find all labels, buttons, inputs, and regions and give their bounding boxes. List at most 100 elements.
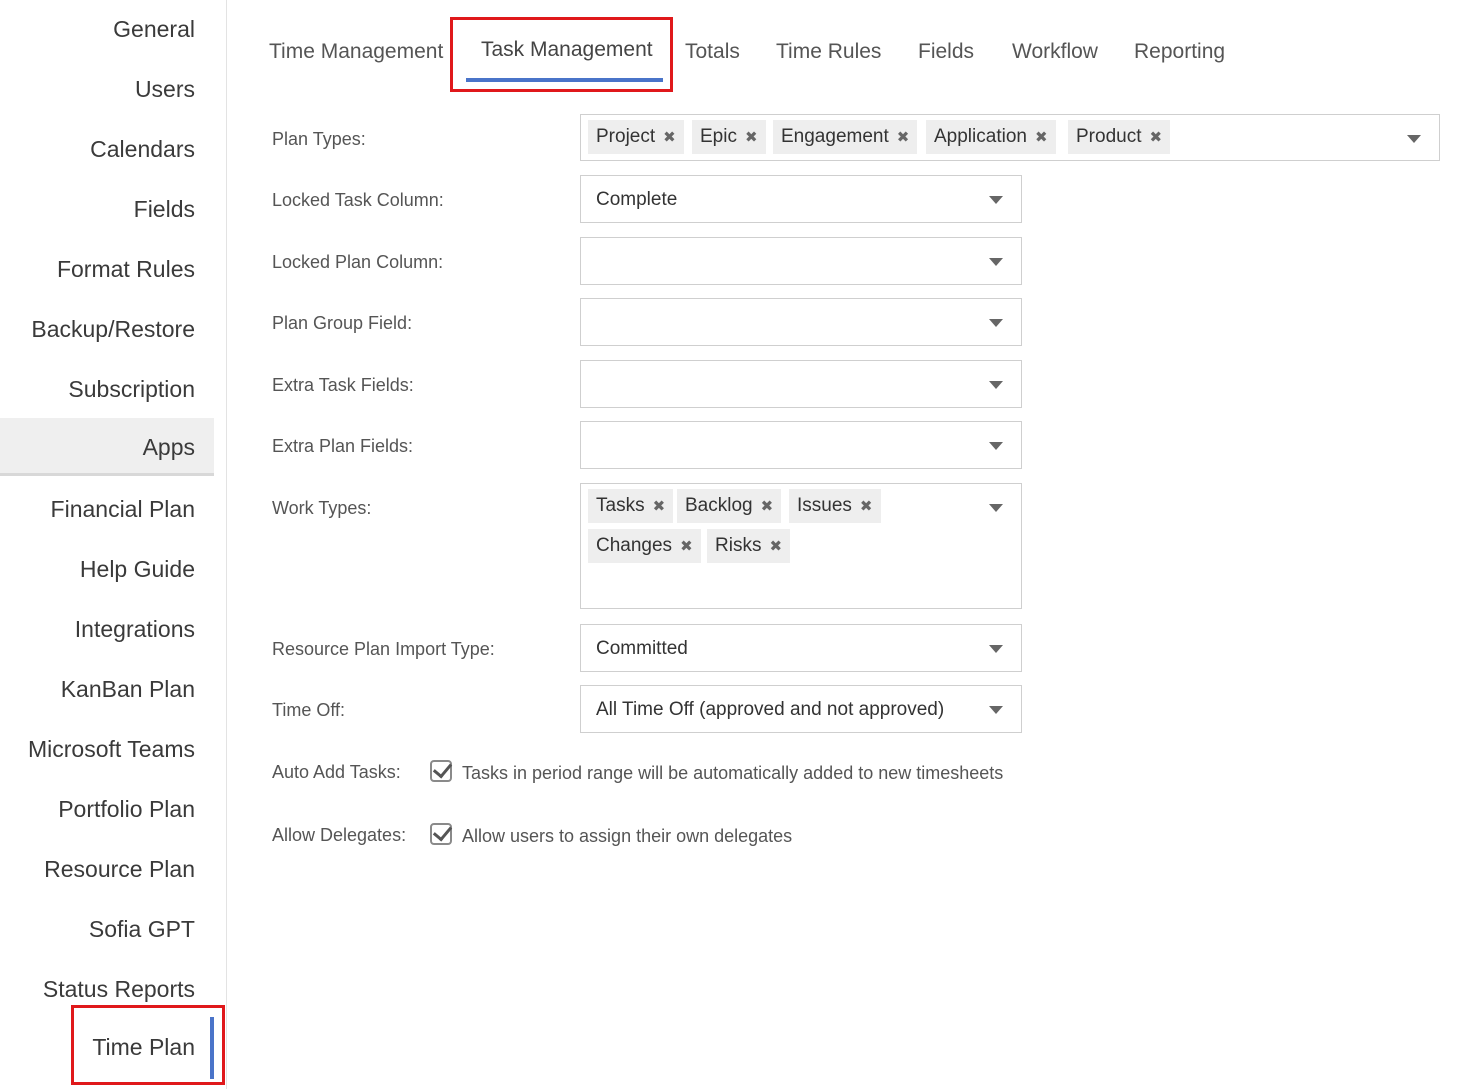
sidebar-item-kanban-plan[interactable]: KanBan Plan [0,660,214,718]
sidebar-item-label: KanBan Plan [60,676,195,702]
resource-plan-import-type-select[interactable]: Committed [580,624,1022,672]
sidebar-item-label: Calendars [90,136,195,162]
sidebar-item-subscription[interactable]: Subscription [0,360,214,418]
chip-remove-icon[interactable]: ✖ [1035,129,1048,146]
chip-remove-icon[interactable]: ✖ [653,498,666,515]
auto-add-tasks-checkbox[interactable] [430,760,452,782]
sidebar-item-label: Status Reports [42,976,195,1002]
chevron-down-icon [989,381,1003,389]
sidebar-item-calendars[interactable]: Calendars [0,120,214,178]
chip-remove-icon[interactable]: ✖ [897,129,910,146]
locked-plan-column-select[interactable] [580,237,1022,285]
tab-task-management[interactable]: Task Management [481,38,653,62]
locked-task-column-select[interactable]: Complete [580,175,1022,223]
plan-group-field-select[interactable] [580,298,1022,346]
auto-add-tasks-label: Auto Add Tasks: [272,762,401,782]
sidebar-item-label: Backup/Restore [31,316,195,342]
chip-remove-icon[interactable]: ✖ [663,129,676,146]
resource-plan-import-type-label: Resource Plan Import Type: [272,639,495,659]
chevron-down-icon [989,196,1003,204]
chevron-down-icon [989,258,1003,266]
allow-delegates-row: Allow users to assign their own delegate… [430,823,792,847]
chip-label: Changes [596,535,673,556]
sidebar-item-label: Portfolio Plan [58,796,195,822]
tab-time-rules[interactable]: Time Rules [776,40,881,64]
sidebar-item-backup-restore[interactable]: Backup/Restore [0,300,214,358]
auto-add-tasks-row: Tasks in period range will be automatica… [430,760,1003,784]
chip-label: Project [596,126,656,147]
chip-backlog: Backlog ✖ [677,489,782,523]
sidebar-item-label: Sofia GPT [88,916,195,942]
sidebar-item-label: Resource Plan [44,856,195,882]
work-types-label: Work Types: [272,498,372,518]
tab-time-management[interactable]: Time Management [269,40,443,64]
extra-plan-fields-select[interactable] [580,421,1022,469]
work-types-multiselect[interactable]: Tasks ✖ Backlog ✖ Issues ✖ Changes ✖ Risks ✖ [580,483,1022,609]
extra-task-fields-select[interactable] [580,360,1022,408]
chip-label: Product [1076,126,1142,147]
sidebar-item-help-guide[interactable]: Help Guide [0,540,214,598]
chip-issues: Issues ✖ [789,489,881,523]
locked-plan-column-label: Locked Plan Column: [272,252,444,272]
chip-remove-icon[interactable]: ✖ [745,129,758,146]
sidebar-item-label: Integrations [74,616,195,642]
chip-application: Application ✖ [926,120,1056,154]
extra-plan-fields-label: Extra Plan Fields: [272,436,414,456]
select-value: Committed [596,638,688,659]
chip-product: Product ✖ [1068,120,1171,154]
chevron-down-icon [989,706,1003,714]
chip-label: Backlog [685,495,753,516]
chip-project: Project ✖ [588,120,684,154]
locked-task-column-label: Locked Task Column: [272,190,444,210]
plan-types-label: Plan Types: [272,129,366,149]
sidebar-item-sofia-gpt[interactable]: Sofia GPT [0,900,214,958]
settings-sidebar: General Users Calendars Fields Format Ru… [0,0,227,1089]
sidebar-item-fields[interactable]: Fields [0,180,214,238]
tab-workflow[interactable]: Workflow [1012,40,1098,64]
tab-fields[interactable]: Fields [918,40,974,64]
sidebar-item-resource-plan[interactable]: Resource Plan [0,840,214,898]
extra-task-fields-label: Extra Task Fields: [272,375,414,395]
sidebar-item-integrations[interactable]: Integrations [0,600,214,658]
chip-remove-icon[interactable]: ✖ [680,538,693,555]
plan-types-multiselect[interactable]: Project ✖ Epic ✖ Engagement ✖ Application ✖ … [580,114,1440,161]
chevron-down-icon [1407,135,1421,143]
chevron-down-icon [989,504,1003,512]
chevron-down-icon [989,319,1003,327]
plan-group-field-label: Plan Group Field: [272,313,413,333]
sidebar-item-format-rules[interactable]: Format Rules [0,240,214,298]
chip-remove-icon[interactable]: ✖ [1149,129,1162,146]
chip-label: Issues [797,495,852,516]
chip-label: Tasks [596,495,645,516]
chip-label: Epic [700,126,737,147]
sidebar-item-financial-plan[interactable]: Financial Plan [0,480,214,538]
chevron-down-icon [989,645,1003,653]
chip-remove-icon[interactable]: ✖ [769,538,782,555]
sidebar-item-general[interactable]: General [0,0,214,58]
sidebar-item-label: Financial Plan [50,496,195,522]
chevron-down-icon [989,442,1003,450]
sidebar-item-portfolio-plan[interactable]: Portfolio Plan [0,780,214,838]
time-off-select[interactable]: All Time Off (approved and not approved) [580,685,1022,733]
chip-epic: Epic ✖ [692,120,766,154]
sidebar-item-label: General [113,16,195,42]
sidebar-item-label: Time Plan [92,1034,195,1060]
tab-reporting[interactable]: Reporting [1134,40,1225,64]
auto-add-tasks-text: Tasks in period range will be automatica… [462,763,1004,783]
sidebar-group-apps[interactable]: Apps [0,418,214,476]
sidebar-item-microsoft-teams[interactable]: Microsoft Teams [0,720,214,778]
tab-totals[interactable]: Totals [685,40,740,64]
chip-remove-icon[interactable]: ✖ [761,498,774,515]
time-off-label: Time Off: [272,700,346,720]
chip-risks: Risks ✖ [707,529,791,563]
sidebar-item-time-plan[interactable]: Time Plan [0,1005,214,1085]
sidebar-item-label: Subscription [68,376,195,402]
chip-engagement: Engagement ✖ [773,120,918,154]
sidebar-item-users[interactable]: Users [0,60,214,118]
chip-remove-icon[interactable]: ✖ [860,498,873,515]
sidebar-item-label: Microsoft Teams [27,736,195,762]
allow-delegates-checkbox[interactable] [430,823,452,845]
sidebar-item-label: Format Rules [56,256,195,282]
sidebar-item-label: Fields [133,196,195,222]
allow-delegates-text: Allow users to assign their own delegate… [462,826,793,846]
